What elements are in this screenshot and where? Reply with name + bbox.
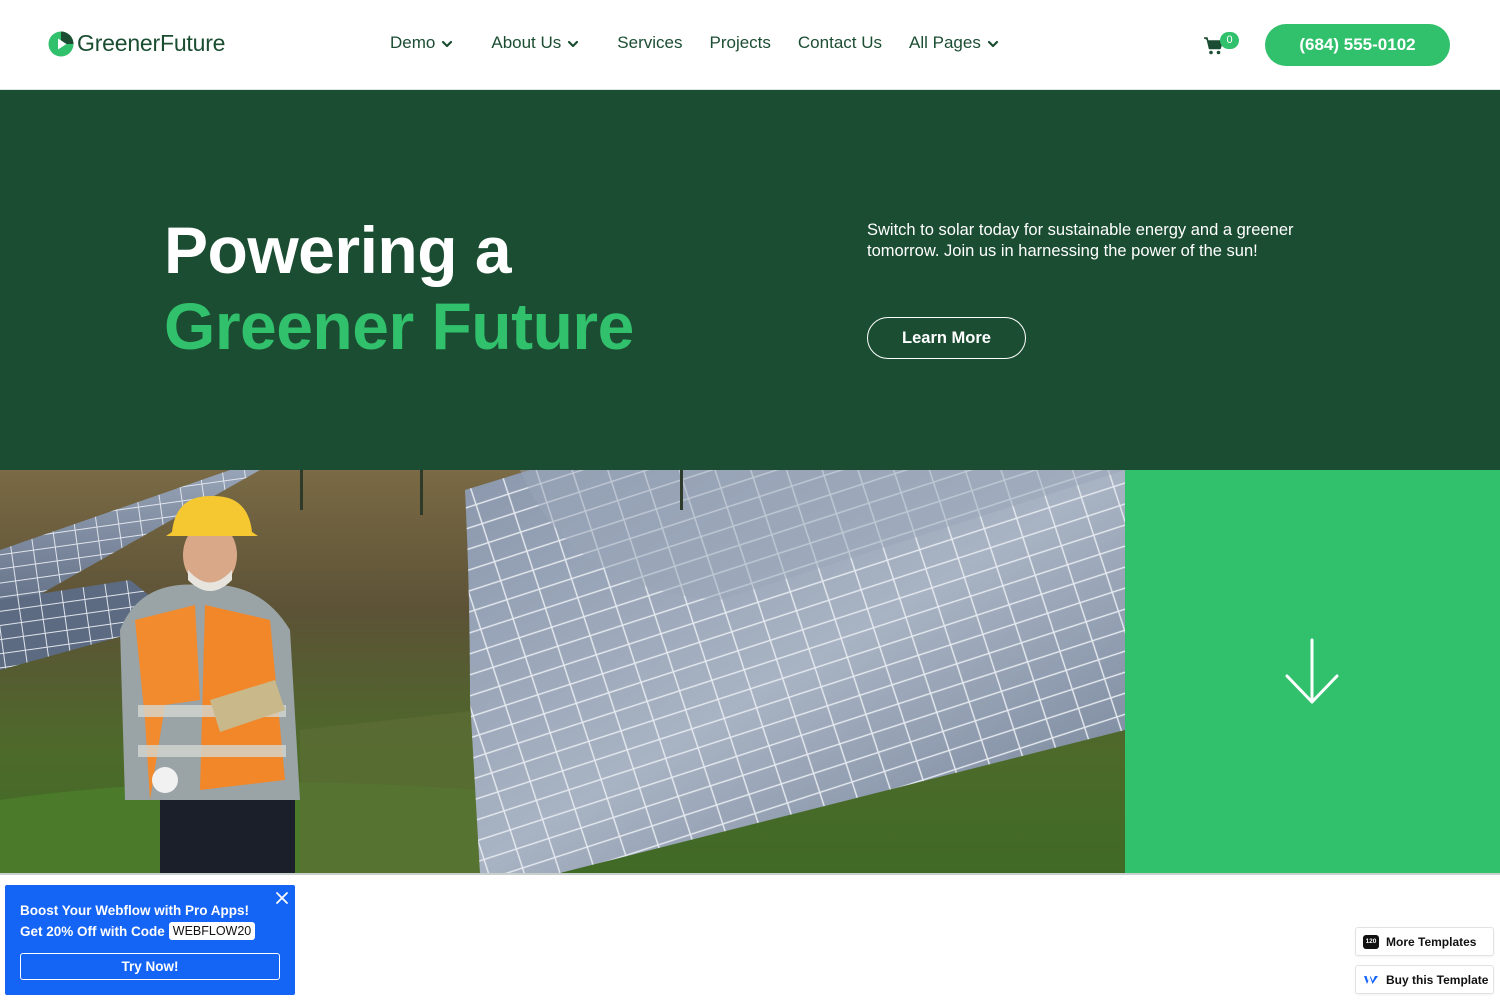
nav-item-demo[interactable]: Demo <box>390 33 453 53</box>
logo-text: GreenerFuture <box>77 30 226 56</box>
nav-item-label: Contact Us <box>797 33 882 52</box>
nav-item-label: All Pages <box>909 33 981 52</box>
buy-template-label: Buy this Template <box>1386 972 1489 987</box>
nav-item-services[interactable]: Services <box>617 33 682 53</box>
nav-item-label: Projects <box>709 33 771 52</box>
nav-item-about-us[interactable]: About Us <box>491 33 579 53</box>
nav-item-all-pages[interactable]: All Pages <box>909 33 999 53</box>
more-templates-label: More Templates <box>1386 934 1477 949</box>
promo-code: WEBFLOW20 <box>168 922 256 940</box>
section-divider <box>0 873 1500 875</box>
buy-template-button[interactable]: Buy this Template <box>1355 965 1494 994</box>
nav-item-label: Demo <box>390 33 436 52</box>
chevron-down-icon <box>442 40 453 48</box>
templates-count-icon: 120 <box>1363 934 1379 949</box>
more-templates-button[interactable]: 120 More Templates <box>1355 927 1494 956</box>
promo-offer-text: Get 20% Off with Code <box>20 923 165 939</box>
hero-title: Powering a Greener Future <box>164 212 634 364</box>
learn-more-button[interactable]: Learn More <box>867 317 1026 359</box>
cart-button[interactable]: 0 <box>1203 32 1239 59</box>
chevron-down-icon <box>568 40 579 48</box>
hero-title-line2: Greener Future <box>164 289 634 363</box>
logo-play-icon <box>48 31 74 56</box>
hero-title-line1: Powering a <box>164 213 512 287</box>
close-icon[interactable] <box>275 891 289 905</box>
promo-offer: Get 20% Off with Code WEBFLOW20 <box>20 922 256 940</box>
nav-item-projects[interactable]: Projects <box>709 33 770 53</box>
main-nav: Demo About Us Services Projects Contact … <box>390 33 999 53</box>
arrow-down-icon[interactable] <box>1285 638 1339 706</box>
solar-field-image <box>0 470 1125 873</box>
phone-button[interactable]: (684) 555-0102 <box>1265 24 1450 66</box>
scroll-panel <box>1125 470 1500 873</box>
promo-banner: Boost Your Webflow with Pro Apps! Get 20… <box>5 885 295 995</box>
webflow-icon <box>1364 975 1378 984</box>
try-now-button[interactable]: Try Now! <box>20 953 280 980</box>
hero-description: Switch to solar today for sustainable en… <box>867 221 1294 260</box>
nav-item-label: Services <box>617 33 683 52</box>
nav-item-contact-us[interactable]: Contact Us <box>798 33 882 53</box>
nav-item-label: About Us <box>491 33 562 52</box>
promo-headline: Boost Your Webflow with Pro Apps! <box>20 903 249 918</box>
chevron-down-icon <box>987 40 998 48</box>
cart-count-badge: 0 <box>1220 32 1239 49</box>
hero-photo-solar-worker <box>0 470 1125 873</box>
site-header: GreenerFuture Demo About Us Services Pro… <box>0 0 1500 90</box>
hero-section: Powering a Greener Future Switch to sola… <box>0 90 1500 470</box>
logo[interactable]: GreenerFuture <box>48 30 225 57</box>
